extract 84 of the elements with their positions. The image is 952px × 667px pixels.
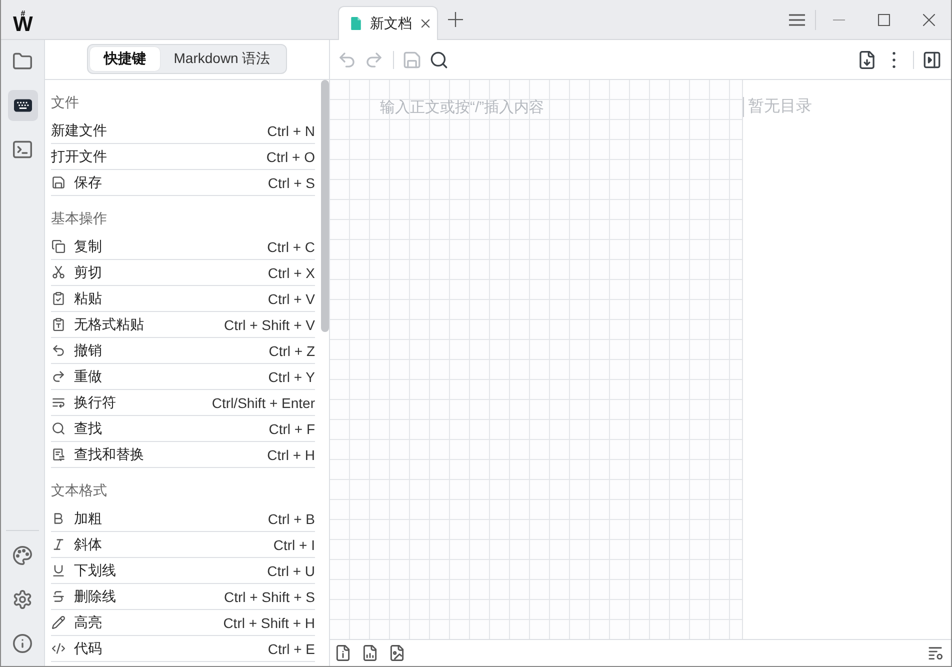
- shortcut-label: 撤销: [74, 342, 102, 360]
- shortcut-label: 新建文件: [51, 122, 107, 140]
- shortcut-keys: Ctrl + H: [267, 446, 315, 462]
- shortcut-label: 查找: [74, 420, 102, 438]
- shortcut-keys: Ctrl + C: [267, 238, 315, 254]
- document-icon: [351, 17, 361, 30]
- shortcut-keys: Ctrl + S: [268, 174, 315, 190]
- copy-icon: [52, 240, 65, 253]
- settings-icon[interactable]: [13, 590, 32, 609]
- shortcut-keys: Ctrl + Z: [268, 342, 315, 358]
- plus-icon[interactable]: [448, 12, 463, 27]
- undo-icon: [52, 344, 65, 357]
- shortcut-keys: Ctrl + N: [267, 122, 315, 138]
- shortcut-label: 剪切: [74, 264, 102, 282]
- info-icon[interactable]: [13, 634, 32, 653]
- shortcut-keys: Ctrl/Shift + Enter: [212, 394, 315, 410]
- shortcut-label: 删除线: [74, 588, 116, 606]
- search-icon[interactable]: [430, 50, 448, 68]
- shortcut-label: 粘贴: [74, 290, 102, 308]
- scrollbar-thumb[interactable]: [321, 80, 329, 332]
- logo-letter: W: [13, 16, 33, 32]
- document-arrows-icon: [52, 448, 65, 461]
- shortcut-label: 换行符: [74, 394, 116, 412]
- shortcut-label: 高亮: [74, 614, 102, 632]
- file-download-icon[interactable]: [858, 50, 876, 68]
- code-icon: [52, 642, 65, 655]
- scissors-icon: [52, 266, 65, 279]
- shortcut-label: 斜体: [74, 536, 102, 554]
- bold-icon: [52, 512, 65, 525]
- shortcut-label: 重做: [74, 368, 102, 386]
- shortcut-label: 代码: [74, 640, 102, 658]
- document-tab[interactable]: 新文档: [338, 6, 438, 40]
- close-icon[interactable]: [922, 14, 934, 26]
- shortcut-keys: Ctrl + U: [267, 562, 315, 578]
- shortcut-label: 无格式粘贴: [74, 316, 144, 334]
- shortcut-label: 打开文件: [51, 148, 107, 166]
- search-icon: [52, 422, 65, 435]
- panel-tab[interactable]: 快捷键: [90, 47, 160, 71]
- palette-icon[interactable]: [13, 546, 32, 565]
- more-icon[interactable]: [892, 52, 896, 68]
- clipboard-text-icon: [52, 318, 65, 331]
- close-icon[interactable]: [421, 19, 430, 28]
- wrap-icon: [52, 396, 65, 409]
- shortcut-label: 复制: [74, 238, 102, 256]
- italic-icon: [52, 538, 65, 551]
- list-settings-icon[interactable]: [928, 645, 944, 661]
- shortcut-keys: Ctrl + Y: [268, 368, 315, 384]
- shortcut-keys: Ctrl + E: [268, 640, 315, 656]
- shortcut-keys: Ctrl + Shift + V: [224, 316, 315, 332]
- document-image-icon[interactable]: [389, 645, 405, 661]
- shortcut-label: 下划线: [74, 562, 116, 580]
- shortcut-keys: Ctrl + B: [268, 510, 315, 526]
- sidebar-toggle-icon[interactable]: [923, 50, 941, 68]
- underline-icon: [52, 564, 65, 577]
- pencil-icon: [52, 616, 65, 629]
- menu-icon[interactable]: [789, 14, 805, 26]
- shortcut-keys: Ctrl + Shift + S: [224, 588, 315, 604]
- shortcut-keys: Ctrl + I: [273, 536, 315, 552]
- shortcut-keys: Ctrl + Shift + H: [223, 614, 315, 630]
- shortcut-label: 保存: [74, 174, 102, 192]
- shortcut-keys: Ctrl + O: [266, 148, 315, 164]
- section-title: 文本格式: [51, 481, 108, 500]
- shortcut-keys: Ctrl + F: [268, 420, 315, 436]
- folder-icon: [13, 52, 32, 71]
- section-title: 文件: [51, 93, 80, 112]
- redo-icon: [52, 370, 65, 383]
- sidebar-tab[interactable]: [8, 90, 38, 121]
- document-chart-icon[interactable]: [362, 645, 378, 661]
- save-icon: [52, 176, 65, 189]
- clipboard-check-icon: [52, 292, 65, 305]
- logo-mark: #: [20, 10, 26, 16]
- section-title: 基本操作: [51, 209, 108, 228]
- shortcut-keys: Ctrl + X: [268, 264, 315, 280]
- terminal-icon: [13, 140, 32, 159]
- strikethrough-icon: [52, 590, 65, 603]
- document-info-icon[interactable]: [335, 645, 351, 661]
- shortcut-keys: Ctrl + V: [268, 290, 315, 306]
- shortcut-label: 加粗: [74, 510, 102, 528]
- keyboard-icon: [14, 99, 32, 112]
- panel-tab[interactable]: Markdown 语法: [160, 47, 284, 71]
- editor-field[interactable]: 输入正文或按“/”插入内容: [330, 80, 743, 639]
- shortcut-label: 查找和替换: [74, 446, 144, 464]
- maximize-icon[interactable]: [878, 14, 890, 26]
- outline-empty-text: 暂无目录: [743, 97, 812, 117]
